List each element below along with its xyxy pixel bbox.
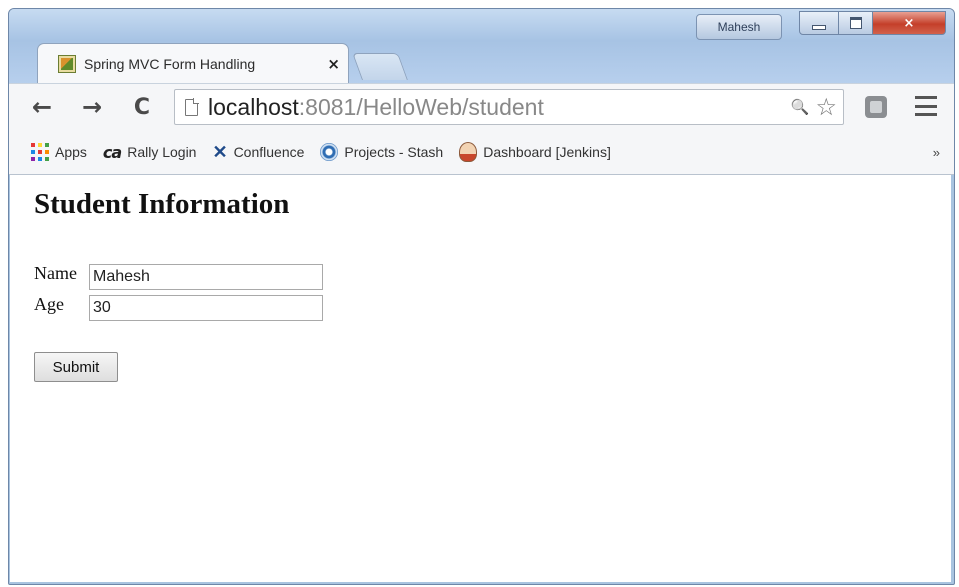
bookmark-projects-stash[interactable]: Projects - Stash <box>320 143 443 161</box>
bookmark-rally-login[interactable]: ca Rally Login <box>103 143 197 162</box>
menu-icon[interactable] <box>915 96 937 116</box>
submit-button[interactable]: Submit <box>34 352 118 382</box>
maximize-button[interactable] <box>839 11 873 35</box>
bookmarks-overflow-icon[interactable]: » <box>933 145 940 160</box>
reload-icon[interactable]: C <box>127 92 157 122</box>
age-row: Age <box>34 294 90 315</box>
close-window-button[interactable]: × <box>873 11 946 35</box>
confluence-icon: ✕ <box>212 141 228 162</box>
omnibox-icons: 🔍 ☆ <box>791 93 837 121</box>
tab-active[interactable]: Spring MVC Form Handling × <box>37 43 349 83</box>
ca-logo-icon: ca <box>102 142 122 162</box>
tab-title: Spring MVC Form Handling <box>84 55 256 72</box>
bookmarks-bar: Apps ca Rally Login ✕ Confluence Project… <box>9 130 954 175</box>
bookmark-label: Apps <box>55 144 87 160</box>
bookmark-jenkins[interactable]: Dashboard [Jenkins] <box>459 142 611 162</box>
stash-icon <box>320 143 339 161</box>
spring-leaf-icon <box>58 54 76 73</box>
back-icon[interactable]: ← <box>27 92 57 122</box>
address-bar[interactable]: localhost:8081/HelloWeb/student 🔍 ☆ <box>174 89 844 125</box>
tab-close-icon[interactable]: × <box>327 55 340 73</box>
name-row: Name <box>34 263 90 284</box>
toolbar: ← → C localhost:8081/HelloWeb/student 🔍 … <box>9 83 954 130</box>
bookmark-label: Confluence <box>233 144 305 160</box>
bookmark-label: Rally Login <box>127 144 197 160</box>
bookmark-label: Dashboard [Jenkins] <box>483 144 611 160</box>
name-label: Name <box>34 263 77 283</box>
browser-window: Mahesh × Spring MVC Form Handling × ← → … <box>8 8 955 585</box>
bookmark-label: Projects - Stash <box>344 144 444 160</box>
minimize-button[interactable] <box>799 11 839 35</box>
bookmark-apps[interactable]: Apps <box>31 143 87 161</box>
bookmark-confluence[interactable]: ✕ Confluence <box>212 142 304 163</box>
page-icon <box>185 97 199 116</box>
maximize-icon <box>849 17 862 29</box>
page-title: Student Information <box>34 188 290 220</box>
close-icon: × <box>903 15 915 31</box>
bookmark-star-icon[interactable]: ☆ <box>815 93 837 121</box>
extension-icon[interactable] <box>865 96 887 118</box>
apps-grid-icon <box>31 143 49 161</box>
zoom-icon[interactable]: 🔍 <box>791 98 810 116</box>
age-input[interactable]: 30 <box>89 295 323 321</box>
profile-badge[interactable]: Mahesh <box>696 14 782 40</box>
new-tab-button[interactable] <box>352 53 408 80</box>
minimize-icon <box>812 24 826 30</box>
forward-icon[interactable]: → <box>77 92 107 122</box>
page-content: Student Information Name Mahesh Age 30 S… <box>10 175 951 582</box>
age-label: Age <box>34 294 64 314</box>
jenkins-icon <box>459 142 478 162</box>
url-text: localhost:8081/HelloWeb/student <box>208 93 544 120</box>
name-input[interactable]: Mahesh <box>89 264 323 290</box>
window-controls: × <box>799 11 949 35</box>
